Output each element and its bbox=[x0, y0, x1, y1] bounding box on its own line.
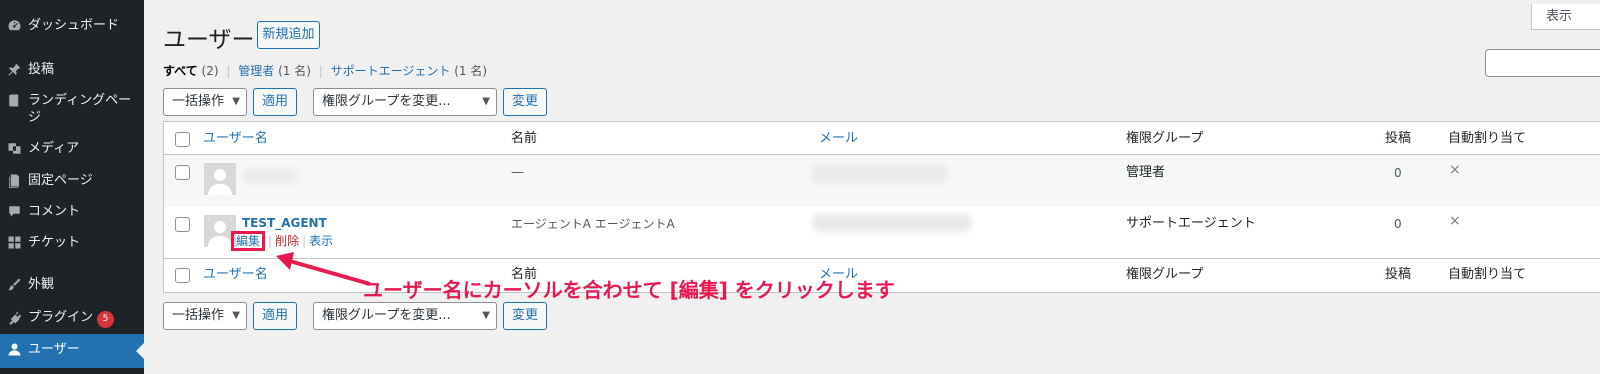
media-icon bbox=[0, 140, 28, 156]
pin-icon bbox=[0, 61, 28, 77]
dashboard-icon bbox=[0, 17, 28, 33]
change-button-bottom[interactable]: 変更 bbox=[503, 302, 547, 330]
screen-options-button[interactable]: 表示 bbox=[1531, 4, 1600, 30]
column-auto-assign-footer: 自動割り当て bbox=[1448, 267, 1527, 282]
filter-separator: | bbox=[226, 64, 231, 78]
bulk-action-select-top[interactable]: 一括操作 ▼ bbox=[163, 88, 247, 116]
row-checkbox[interactable] bbox=[175, 165, 190, 180]
filter-separator: | bbox=[318, 64, 323, 78]
update-count-badge: 5 bbox=[97, 311, 115, 328]
grid-icon bbox=[0, 234, 28, 250]
bulk-action-value: 一括操作 bbox=[172, 308, 225, 323]
sidebar-item-plugins[interactable]: プラグイン 5 bbox=[0, 309, 144, 328]
column-username-footer[interactable]: ユーザー名 bbox=[203, 265, 268, 285]
user-icon bbox=[0, 341, 28, 357]
change-role-select-top[interactable]: 権限グループを変更... ▼ bbox=[313, 88, 497, 116]
apply-button-top[interactable]: 適用 bbox=[253, 88, 297, 116]
role-select-value: 権限グループを変更... bbox=[322, 308, 451, 323]
posts-cell[interactable]: 0 bbox=[1394, 164, 1402, 182]
column-name: 名前 bbox=[511, 131, 538, 146]
avatar bbox=[204, 163, 236, 195]
sidebar-item-label: 固定ページ bbox=[28, 173, 93, 188]
sidebar-item-dashboard[interactable]: ダッシュボード bbox=[0, 17, 144, 34]
sidebar-item-label: プラグイン 5 bbox=[28, 309, 144, 328]
sidebar-item-label: ダッシュボード bbox=[28, 18, 120, 33]
sidebar-item-label: コメント bbox=[28, 204, 81, 219]
column-username[interactable]: ユーザー名 bbox=[203, 129, 268, 149]
view-link[interactable]: 表示 bbox=[309, 234, 333, 248]
annotation-callout: ユーザー名にカーソルを合わせて [編集] をクリックします bbox=[363, 278, 895, 302]
role-cell: 管理者 bbox=[1126, 165, 1166, 180]
comment-icon bbox=[0, 203, 28, 219]
sidebar-item-label: ランディングページ bbox=[28, 93, 132, 125]
plugin-icon bbox=[0, 309, 28, 325]
action-separator: | bbox=[268, 234, 273, 248]
filter-support-agent[interactable]: サポートエージェント bbox=[331, 64, 451, 78]
chevron-down-icon: ▼ bbox=[482, 310, 490, 321]
sidebar-item-label: メディア bbox=[28, 141, 80, 156]
redacted-username bbox=[242, 169, 297, 183]
change-button-top[interactable]: 変更 bbox=[503, 88, 547, 116]
filter-admin-count: (1 名) bbox=[278, 64, 311, 78]
select-all-checkbox[interactable] bbox=[175, 132, 190, 147]
role-cell: サポートエージェント bbox=[1126, 216, 1256, 231]
delete-link[interactable]: 削除 bbox=[275, 234, 299, 248]
sidebar-item-media[interactable]: メディア bbox=[0, 140, 144, 157]
apply-button-bottom[interactable]: 適用 bbox=[253, 302, 297, 330]
sidebar-item-appearance[interactable]: 外観 bbox=[0, 276, 144, 293]
edit-link[interactable]: 編集 bbox=[231, 231, 266, 251]
column-posts: 投稿 bbox=[1385, 131, 1412, 146]
posts-cell[interactable]: 0 bbox=[1394, 215, 1402, 233]
filter-admin[interactable]: 管理者 bbox=[238, 64, 274, 78]
sidebar-item-label: チケット bbox=[28, 235, 81, 250]
chevron-down-icon: ▼ bbox=[482, 96, 490, 107]
redacted-email bbox=[812, 214, 972, 232]
select-all-checkbox-footer[interactable] bbox=[175, 268, 190, 283]
change-role-select-bottom[interactable]: 権限グループを変更... ▼ bbox=[313, 302, 497, 330]
sidebar-item-landing-pages[interactable]: ランディングページ bbox=[0, 92, 144, 126]
column-auto-assign: 自動割り当て bbox=[1448, 131, 1527, 146]
active-indicator bbox=[136, 343, 144, 359]
page-title: ユーザー bbox=[163, 27, 255, 53]
filter-agent-count: (1 名) bbox=[454, 64, 488, 78]
sidebar-item-posts[interactable]: 投稿 bbox=[0, 61, 144, 78]
name-cell: — bbox=[511, 165, 524, 180]
sidebar-item-comments[interactable]: コメント bbox=[0, 203, 144, 220]
sidebar-item-label: ユーザー bbox=[28, 342, 80, 357]
add-new-user-button[interactable]: 新規追加 bbox=[257, 21, 320, 49]
name-cell: エージェントA エージェントA bbox=[511, 217, 675, 231]
sidebar-item-pages[interactable]: 固定ページ bbox=[0, 172, 144, 189]
role-filter-links: すべて (2) | 管理者 (1 名) | サポートエージェント (1 名) bbox=[163, 62, 487, 79]
column-role: 権限グループ bbox=[1126, 131, 1204, 146]
column-email[interactable]: メール bbox=[819, 129, 858, 149]
page-icon bbox=[0, 172, 28, 188]
filter-all-count: (2) bbox=[201, 64, 219, 78]
redacted-email bbox=[812, 165, 947, 183]
bulk-action-value: 一括操作 bbox=[172, 94, 225, 109]
action-separator: | bbox=[302, 234, 307, 248]
brush-icon bbox=[0, 276, 28, 292]
close-icon: × bbox=[1449, 213, 1461, 229]
username-link[interactable]: TEST_AGENT bbox=[242, 216, 327, 230]
close-icon: × bbox=[1449, 162, 1461, 178]
sidebar-item-tickets[interactable]: チケット bbox=[0, 234, 144, 251]
row-checkbox[interactable] bbox=[175, 217, 190, 232]
chevron-down-icon: ▼ bbox=[232, 310, 240, 321]
chevron-down-icon: ▼ bbox=[232, 96, 240, 107]
admin-sidebar: ダッシュボード 投稿 ランディングページ メディア 固定ページ コメント チケッ… bbox=[0, 0, 144, 374]
column-role-footer: 権限グループ bbox=[1126, 267, 1204, 282]
sidebar-item-label: 外観 bbox=[28, 277, 55, 292]
column-posts-footer: 投稿 bbox=[1385, 267, 1412, 282]
book-icon bbox=[0, 92, 28, 108]
user-search-input[interactable] bbox=[1485, 49, 1600, 77]
plugins-label: プラグイン bbox=[28, 310, 94, 325]
sidebar-item-users[interactable]: ユーザー bbox=[0, 334, 144, 368]
filter-all[interactable]: すべて bbox=[163, 64, 198, 78]
role-select-value: 権限グループを変更... bbox=[322, 94, 451, 109]
sidebar-item-label: 投稿 bbox=[28, 62, 55, 77]
bulk-action-select-bottom[interactable]: 一括操作 ▼ bbox=[163, 302, 247, 330]
